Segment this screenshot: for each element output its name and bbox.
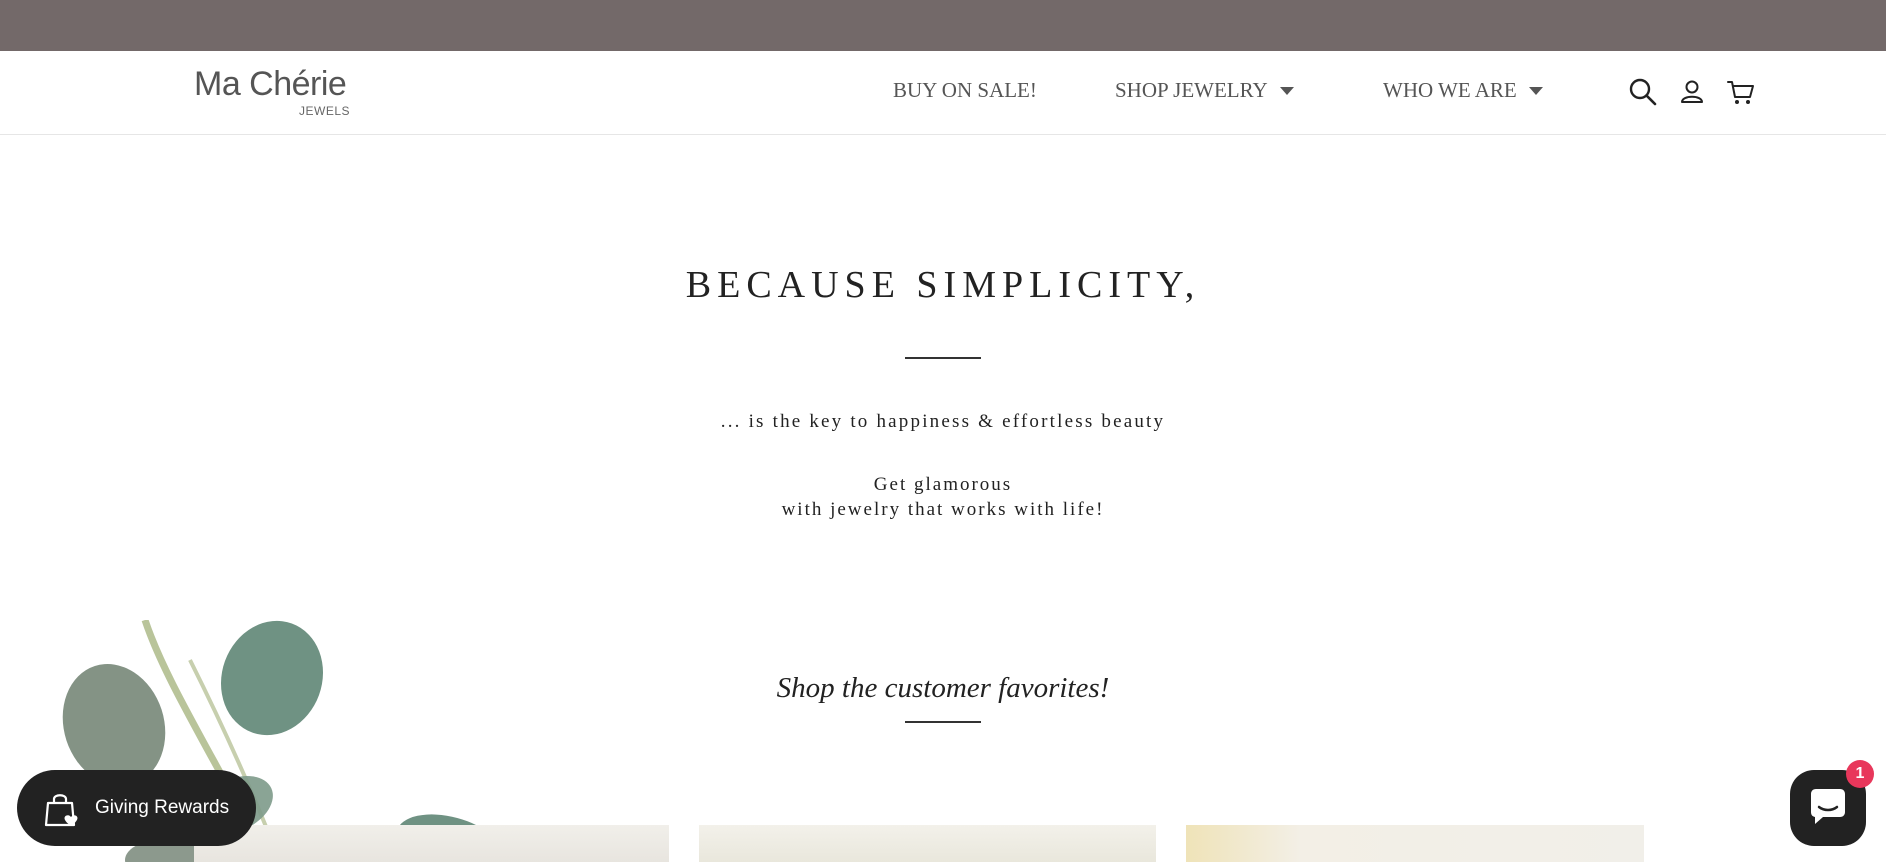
nav-item-label: WHO WE ARE [1383, 78, 1517, 102]
nav-shop-jewelry[interactable]: SHOP JEWELRY [1115, 78, 1294, 102]
account-icon [1681, 80, 1703, 103]
chat-notification-badge: 1 [1846, 760, 1874, 788]
caret-down-icon [1279, 87, 1294, 96]
hero-subtext: Get glamorous with jewelry that works wi… [0, 472, 1886, 522]
chat-icon [1811, 789, 1845, 824]
nav-item-label: SHOP JEWELRY [1115, 78, 1268, 102]
favorites-divider [905, 721, 981, 723]
cart-button[interactable] [1725, 76, 1757, 108]
rewards-label: Giving Rewards [95, 797, 230, 818]
caret-down-icon [1528, 87, 1543, 96]
nav-item-label: BUY ON SALE! [893, 78, 1037, 102]
hero-tagline: ... is the key to happiness & effortless… [720, 411, 1166, 432]
product-card[interactable] [194, 825, 669, 862]
announcement-bar [0, 0, 1886, 51]
product-card[interactable] [699, 825, 1156, 862]
cart-icon [1727, 81, 1754, 104]
search-icon [1629, 78, 1657, 106]
favorites-heading: Shop the customer favorites! [776, 672, 1110, 704]
hero-title: BECAUSE SIMPLICITY, [685, 264, 1201, 306]
search-button[interactable] [1627, 76, 1659, 108]
product-card[interactable] [1186, 825, 1644, 862]
subtext-line: Get glamorous [873, 474, 1013, 495]
giving-rewards-button[interactable]: Giving Rewards [17, 770, 256, 846]
hero-divider [905, 357, 981, 359]
logo-wordmark: Ma Chérie [194, 65, 347, 103]
nav-who-we-are[interactable]: WHO WE ARE [1383, 78, 1543, 102]
site-logo[interactable]: Ma Chérie JEWELS [194, 64, 364, 124]
logo-subtitle: JEWELS [299, 104, 351, 118]
account-button[interactable] [1676, 76, 1708, 108]
subtext-line: with jewelry that works with life! [781, 499, 1105, 520]
shopping-bag-heart-icon [44, 794, 78, 827]
nav-buy-on-sale[interactable]: BUY ON SALE! [893, 78, 1037, 102]
